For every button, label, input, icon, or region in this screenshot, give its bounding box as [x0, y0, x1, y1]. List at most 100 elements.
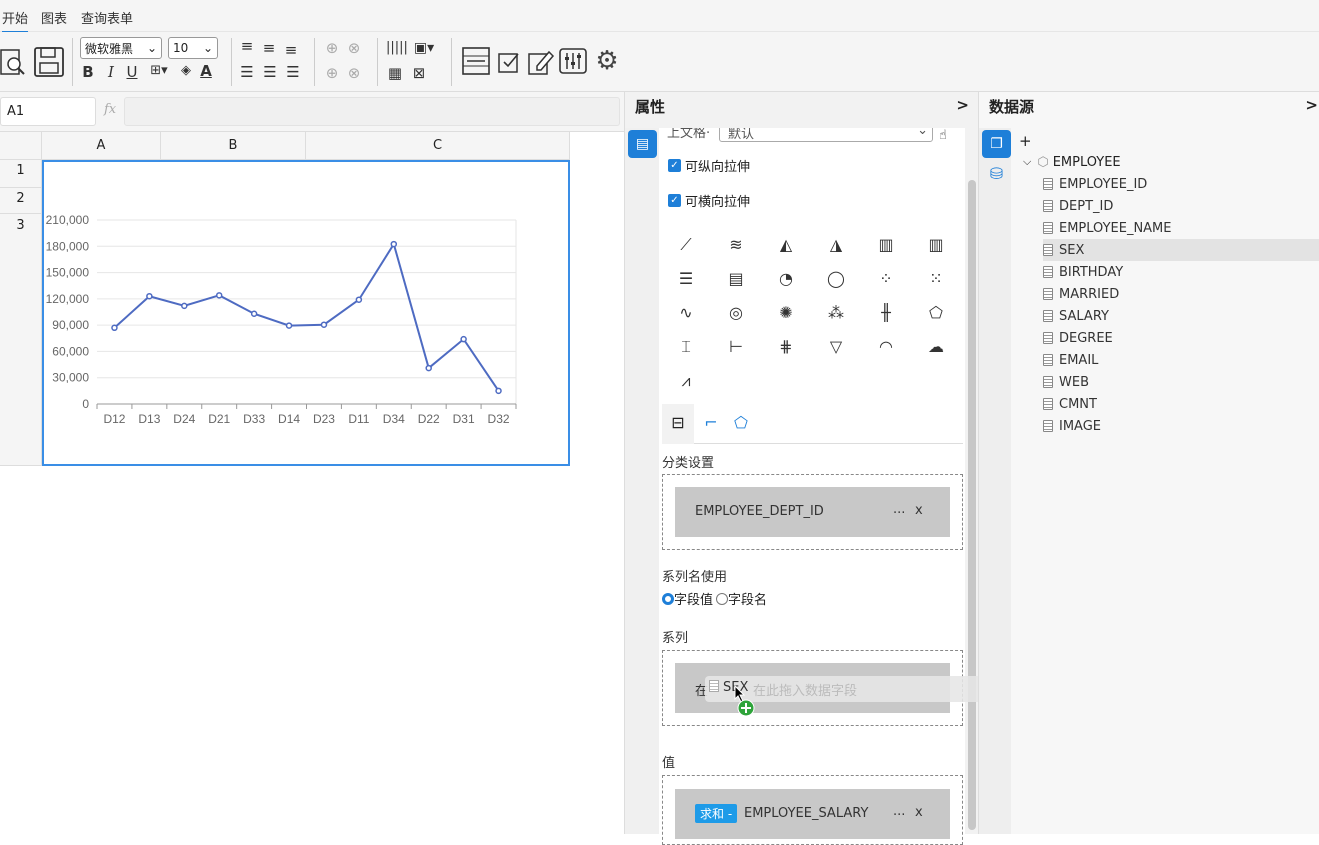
stretch-vertical-checkbox[interactable]: ✓ 可纵向拉伸	[668, 156, 750, 175]
save-icon[interactable]	[33, 46, 65, 78]
fill-color-icon[interactable]: ◈	[177, 63, 195, 79]
combo-chart-icon[interactable]: ⩘	[674, 370, 698, 392]
row-header-1[interactable]: 1	[0, 160, 42, 188]
col-header-a[interactable]: A	[42, 132, 161, 160]
wordcloud-chart-icon[interactable]: ☁	[924, 336, 948, 358]
bubble-chart-icon[interactable]: ⁙	[924, 268, 948, 290]
table-node[interactable]: ⌵ ⬡ EMPLOYEE	[1023, 152, 1121, 172]
field-item[interactable]: DEPT_ID	[1043, 195, 1319, 217]
settings-sliders-icon[interactable]	[558, 47, 588, 75]
bar-chart-icon[interactable]: ▥	[874, 234, 898, 256]
database-icon[interactable]: ⛁	[982, 164, 1011, 186]
chart-container[interactable]: 210,000 180,000 150,000 120,000 90,000 60,000…	[42, 160, 570, 466]
tab-start[interactable]: 开始	[2, 8, 29, 33]
delete-col-icon[interactable]: ⊗	[346, 65, 362, 81]
field-item[interactable]: BIRTHDAY	[1043, 261, 1319, 283]
col-header-b[interactable]: B	[161, 132, 306, 160]
value-field-chip[interactable]: 求和 - EMPLOYEE_SALARY ... x	[675, 789, 950, 839]
add-datasource-button[interactable]: +	[1019, 132, 1032, 150]
formula-input[interactable]	[124, 97, 620, 126]
pie-chart-icon[interactable]: ◔	[774, 268, 798, 290]
collapse-datasource-button[interactable]: >	[1305, 96, 1318, 114]
rose-chart-icon[interactable]: ✺	[774, 302, 798, 324]
gauge-chart-icon[interactable]: ◠	[874, 336, 898, 358]
row-header-3[interactable]: 3	[0, 214, 42, 466]
field-item[interactable]: WEB	[1043, 371, 1319, 393]
shape-tab-icon[interactable]: ⬠	[728, 404, 754, 444]
radio-field-name[interactable]	[716, 592, 729, 605]
properties-scrollbar[interactable]	[965, 128, 979, 834]
radial-chart-icon[interactable]: ◎	[724, 302, 748, 324]
align-center-icon[interactable]: ☰	[261, 64, 279, 80]
font-family-select[interactable]: 微软雅黑 ⌄	[80, 37, 162, 59]
col-header-c[interactable]: C	[306, 132, 570, 160]
align-right-icon[interactable]: ☰	[284, 64, 302, 80]
field-item[interactable]: EMAIL	[1043, 349, 1319, 371]
multi-line-chart-icon[interactable]: ≋	[724, 234, 748, 256]
category-more-button[interactable]: ...	[893, 502, 905, 517]
fit-width-icon[interactable]	[461, 46, 491, 76]
area-chart-icon[interactable]: ◭	[774, 234, 798, 256]
aggregation-badge[interactable]: 求和 -	[695, 804, 738, 823]
italic-button[interactable]: I	[103, 64, 119, 80]
field-item[interactable]: IMAGE	[1043, 415, 1319, 437]
field-item[interactable]: DEGREE	[1043, 327, 1319, 349]
stacked-horizontal-bar-icon[interactable]: ▤	[724, 268, 748, 290]
align-left-icon[interactable]: ☰	[238, 64, 256, 80]
line-chart-icon[interactable]: ⟋	[674, 234, 698, 256]
data-tab-icon[interactable]: ⊟	[662, 404, 694, 444]
value-more-button[interactable]: ...	[893, 804, 905, 819]
field-item[interactable]: MARRIED	[1043, 283, 1319, 305]
range-bar-chart-icon[interactable]: ⊢	[724, 336, 748, 358]
stacked-area-chart-icon[interactable]: ◮	[824, 234, 848, 256]
field-item[interactable]: SEX	[1043, 239, 1319, 261]
scroll-thumb[interactable]	[968, 180, 976, 830]
scatter-chart-icon[interactable]: ⁘	[874, 268, 898, 290]
insert-row-icon[interactable]: ⊕	[324, 40, 340, 56]
chevron-down-icon[interactable]: ⌵	[1023, 155, 1031, 169]
category-remove-button[interactable]: x	[915, 503, 923, 518]
funnel-chart-icon[interactable]: ▽	[824, 336, 848, 358]
radar-chart-icon[interactable]: ⬠	[924, 302, 948, 324]
bold-button[interactable]: B	[80, 64, 96, 80]
gear-icon[interactable]: ⚙	[592, 46, 622, 76]
field-item[interactable]: EMPLOYEE_NAME	[1043, 217, 1319, 239]
underline-button[interactable]: U	[124, 64, 140, 80]
slash-cell-icon[interactable]: ⊠	[410, 65, 428, 81]
border-icon[interactable]: ⊞▾	[146, 63, 172, 79]
radio-field-value[interactable]	[662, 592, 674, 605]
stretch-horizontal-checkbox[interactable]: ✓ 可横向拉伸	[668, 191, 750, 210]
field-item[interactable]: CMNT	[1043, 393, 1319, 415]
preview-icon[interactable]	[0, 46, 26, 78]
align-bottom-icon[interactable]: ≡	[282, 42, 300, 58]
sign-icon[interactable]	[496, 48, 524, 76]
tab-query-form[interactable]: 查询表单	[81, 8, 133, 27]
collapse-properties-button[interactable]: >	[956, 96, 969, 114]
cell-reference-box[interactable]: A1	[0, 97, 96, 126]
wave-chart-icon[interactable]: ∿	[674, 302, 698, 324]
category-field-chip[interactable]: EMPLOYEE_DEPT_ID ... x	[675, 487, 950, 537]
donut-chart-icon[interactable]: ◯	[824, 268, 848, 290]
category-drop-zone[interactable]: EMPLOYEE_DEPT_ID ... x	[662, 474, 963, 550]
parallel-chart-icon[interactable]: ⋕	[774, 336, 798, 358]
value-remove-button[interactable]: x	[915, 805, 923, 820]
font-size-select[interactable]: 10 ⌄	[168, 37, 218, 59]
row-header-2[interactable]: 2	[0, 188, 42, 214]
boxplot-chart-icon[interactable]: ⌶	[674, 336, 698, 358]
copy-icon[interactable]: ❐	[982, 130, 1011, 158]
horizontal-bar-chart-icon[interactable]: ☰	[674, 268, 698, 290]
image-icon[interactable]: ▣▾	[410, 40, 438, 56]
field-item[interactable]: EMPLOYEE_ID	[1043, 173, 1319, 195]
cell-props-icon[interactable]: ▤	[628, 130, 657, 158]
candlestick-chart-icon[interactable]: ╫	[874, 302, 898, 324]
align-top-icon[interactable]: ≡	[238, 38, 256, 54]
partial-select[interactable]: 默认 ⌄	[719, 128, 933, 142]
edit-icon[interactable]	[527, 48, 555, 76]
cluster-chart-icon[interactable]: ⁂	[824, 302, 848, 324]
style-tab-icon[interactable]: ⌐	[698, 404, 724, 444]
align-middle-icon[interactable]: ≡	[260, 40, 278, 56]
pointer-icon[interactable]: ☝	[939, 128, 947, 143]
barcode-icon[interactable]: |||||	[386, 40, 408, 56]
field-item[interactable]: SALARY	[1043, 305, 1319, 327]
corner-header[interactable]	[0, 132, 42, 160]
